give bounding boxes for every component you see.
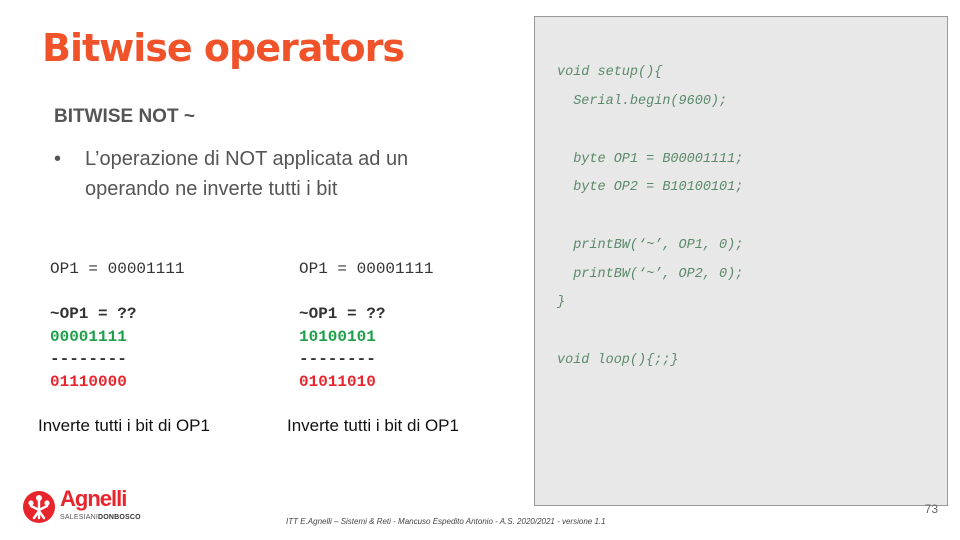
page-number: 73 xyxy=(924,502,938,516)
question-line: ~OP1 = ?? xyxy=(50,305,137,323)
slide-title: Bitwise operators xyxy=(42,26,405,70)
code-line: Serial.begin(9600); xyxy=(557,94,728,109)
code-line: } xyxy=(557,295,566,310)
bullet-icon: • xyxy=(54,148,62,170)
code-line: void loop(){;;} xyxy=(557,353,679,368)
binary-operand: 10100101 xyxy=(299,327,376,346)
footer-text: ITT E.Agnelli – Sistemi & Reti - Mancuso… xyxy=(286,517,606,526)
binary-result: 01011010 xyxy=(299,372,376,391)
logo-subtitle: SALESIANIDONBOSCO xyxy=(60,514,141,521)
caption-op1: Inverte tutti i bit di OP1 xyxy=(38,416,210,435)
code-line: printBW(‘~’, OP2, 0); xyxy=(557,267,744,282)
separator-line: -------- xyxy=(299,350,376,368)
bullet-text: L’operazione di NOT applicata ad un oper… xyxy=(85,148,409,200)
code-line: printBW(‘~’, OP1, 0); xyxy=(557,238,744,253)
question-line: ~OP1 = ?? xyxy=(299,305,386,323)
example-op2: OP1 = 00001111 ~OP1 = ?? 10100101 ------… xyxy=(299,258,433,393)
binary-operand: 00001111 xyxy=(50,327,127,346)
code-line: byte OP2 = B10100101; xyxy=(557,180,744,195)
logo-mark-icon xyxy=(23,491,55,523)
operand-line: OP1 = 00001111 xyxy=(299,260,434,278)
agnelli-logo: Agnelli SALESIANIDONBOSCO xyxy=(22,486,142,528)
section-heading: BITWISE NOT ~ xyxy=(54,106,195,127)
code-line: void setup(){ xyxy=(557,65,663,80)
logo-name: Agnelli xyxy=(60,486,127,511)
binary-result: 01110000 xyxy=(50,372,127,391)
logo-sub-a: SALESIANI xyxy=(60,514,98,521)
logo-sub-b: DONBOSCO xyxy=(97,514,141,521)
code-line: byte OP1 = B00001111; xyxy=(557,152,744,167)
separator-line: -------- xyxy=(50,350,127,368)
operand-line: OP1 = 00001111 xyxy=(50,260,185,278)
caption-op2: Inverte tutti i bit di OP1 xyxy=(287,416,459,435)
example-op1: OP1 = 00001111 ~OP1 = ?? 00001111 ------… xyxy=(50,258,184,393)
code-box: void setup(){ Serial.begin(9600); byte O… xyxy=(534,16,948,506)
